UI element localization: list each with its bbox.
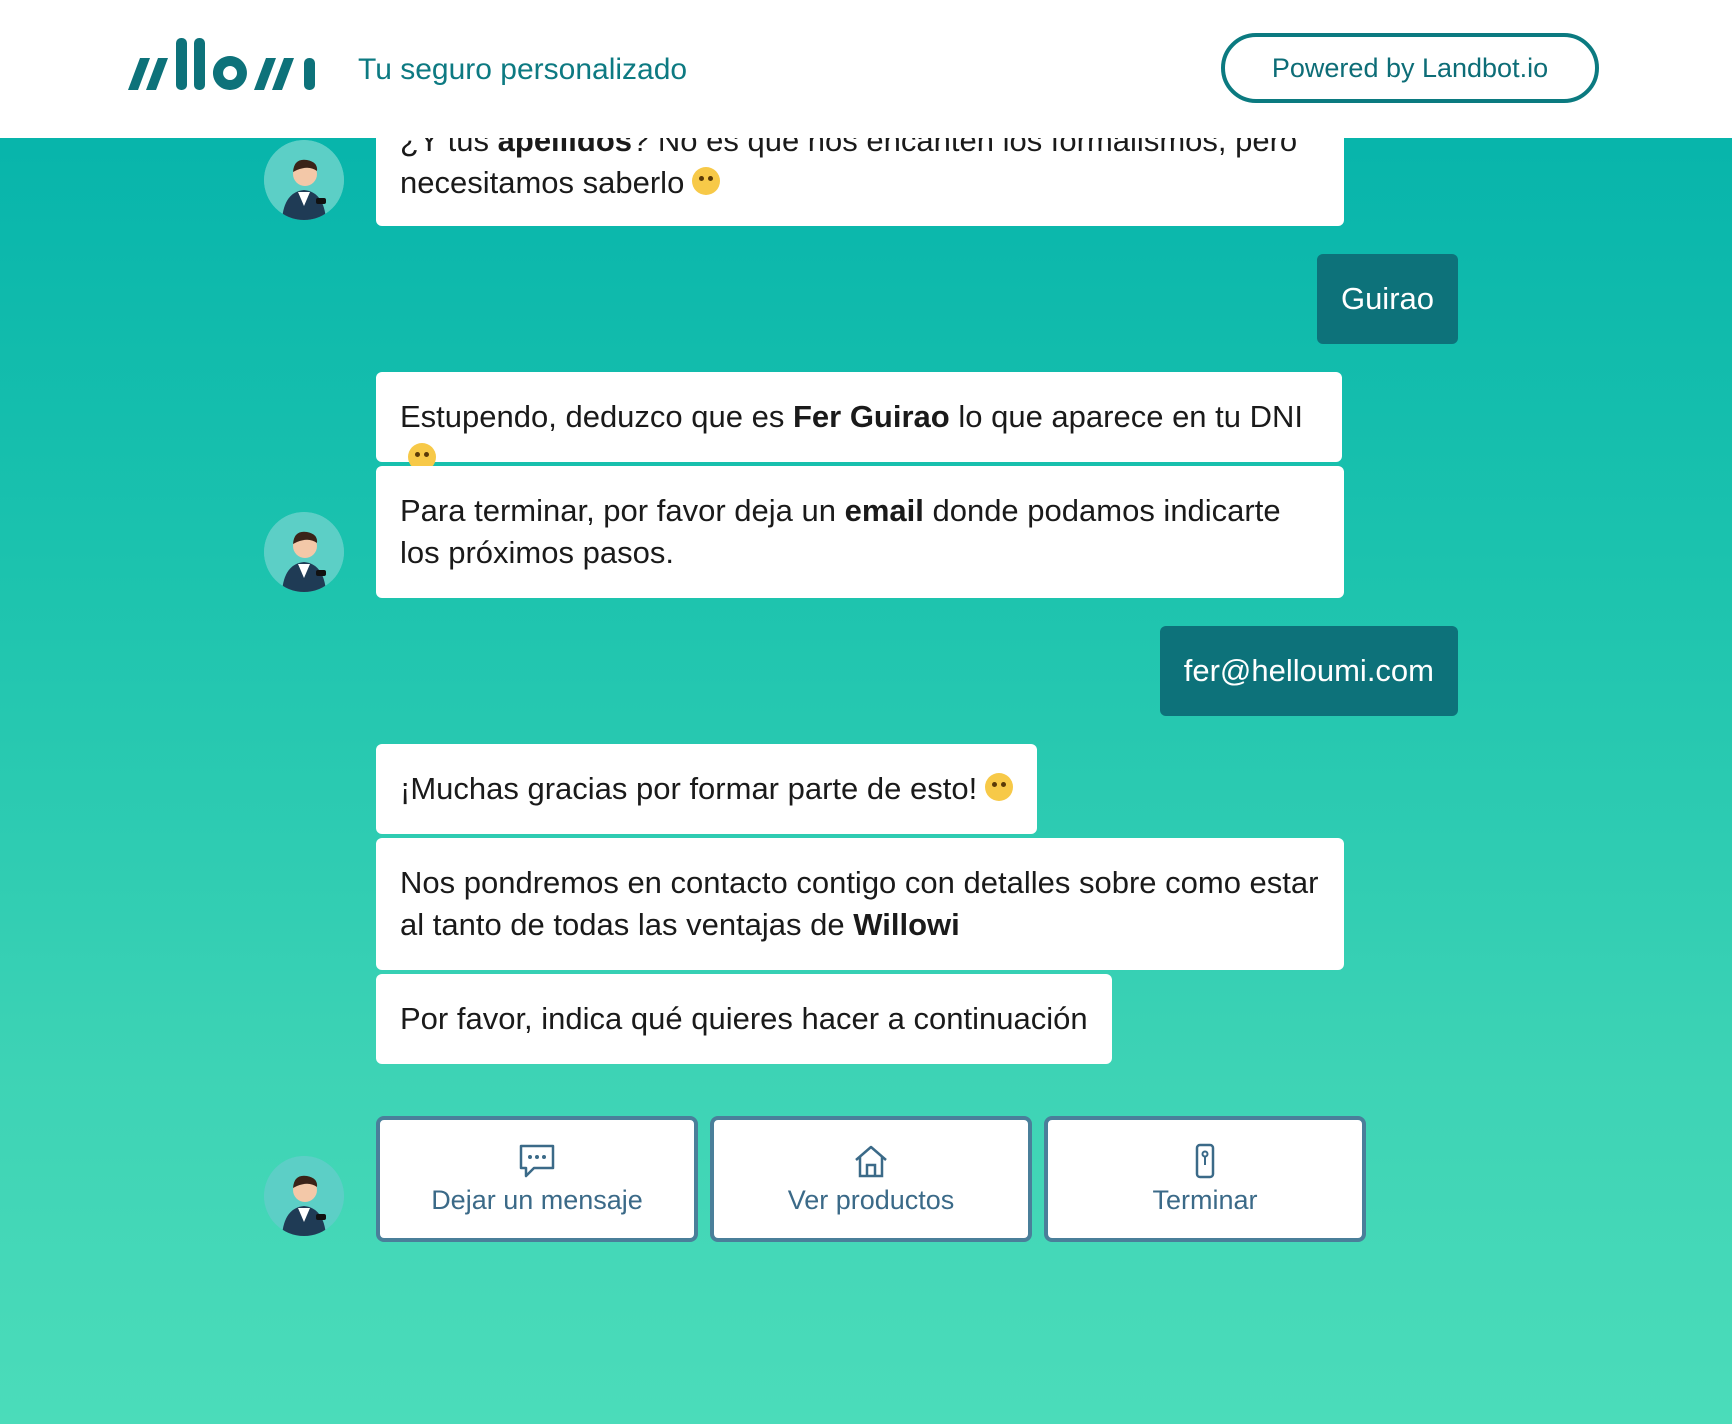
choice-label: Ver productos xyxy=(787,1184,955,1215)
user-message: fer@helloumi.com xyxy=(1159,626,1458,716)
nerd-face-emoji-icon xyxy=(692,167,721,195)
bot-avatar xyxy=(264,1156,344,1236)
bot-message: Para terminar, por favor deja un email d… xyxy=(376,466,1344,598)
ver-productos-button[interactable]: Ver productos xyxy=(710,1116,1032,1242)
terminar-button[interactable]: Terminar xyxy=(1044,1116,1366,1242)
message-text: ¡Muchas gracias por formar parte de esto… xyxy=(400,771,978,806)
message-bold-text: Fer Guirao xyxy=(792,399,950,434)
bot-message: Estupendo, deduzco que es Fer Guirao lo … xyxy=(376,372,1342,471)
powered-label: Powered by Landbot.io xyxy=(1271,52,1549,83)
message-bold-text: email xyxy=(844,493,924,528)
powered-by-landbot-button[interactable]: Powered by Landbot.io xyxy=(1221,33,1599,103)
message-text: Estupendo, deduzco que es xyxy=(400,399,793,434)
bot-avatar xyxy=(264,140,344,220)
choice-label: Terminar xyxy=(1152,1184,1258,1215)
message-bold-text: Willowi xyxy=(853,907,960,942)
willowi-logo xyxy=(128,38,315,90)
bot-avatar xyxy=(264,512,344,592)
dejar-mensaje-button[interactable]: Dejar un mensaje xyxy=(376,1116,698,1242)
message-text: Por favor, indica qué quieres hacer a co… xyxy=(400,1001,1088,1036)
chat-area: ¿Y tus apellidos? No es que nos encanten… xyxy=(0,0,1732,1424)
chat-bubble-icon xyxy=(519,1144,555,1177)
bot-message: Por favor, indica qué quieres hacer a co… xyxy=(376,974,1112,1064)
winking-face-emoji-icon xyxy=(985,773,1014,801)
house-icon xyxy=(855,1145,887,1177)
user-message-text: fer@helloumi.com xyxy=(1183,653,1434,688)
tagline: Tu seguro personalizado xyxy=(358,53,688,86)
message-text: Para terminar, por favor deja un xyxy=(400,493,845,528)
bot-message: ¡Muchas gracias por formar parte de esto… xyxy=(376,744,1038,834)
top-header: Tu seguro personalizado Powered by Landb… xyxy=(0,0,1732,138)
user-message-text: Guirao xyxy=(1340,281,1434,316)
door-icon xyxy=(1195,1143,1215,1178)
user-message: Guirao xyxy=(1316,254,1458,344)
message-text: lo que aparece en tu DNI xyxy=(949,399,1304,434)
bot-message: Nos pondremos en contacto contigo con de… xyxy=(376,838,1344,970)
choice-label: Dejar un mensaje xyxy=(431,1184,643,1215)
